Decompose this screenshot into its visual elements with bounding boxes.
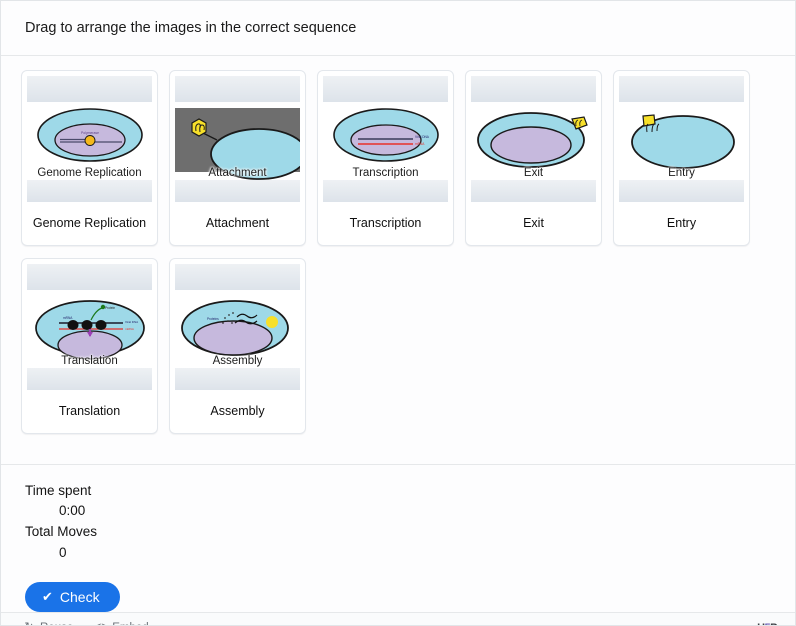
check-tick-icon: ✔ (42, 589, 53, 605)
card-overlay-caption: Attachment (208, 166, 267, 179)
svg-text:Proteins: Proteins (207, 317, 219, 321)
sequence-card[interactable]: Entry Entry (613, 69, 750, 246)
embed-label: Embed (112, 622, 148, 625)
card-illustration: Protein mRNA Viral DNA mRNA Translation (27, 289, 152, 368)
card-top-bar (175, 263, 300, 290)
h5p-logo-h: H (757, 622, 765, 625)
h5p-image-sequencing-activity: Drag to arrange the images in the correc… (0, 0, 796, 626)
action-bar: ↻ Reuse <> Embed H5P (1, 612, 795, 625)
card-illustration: Proteins Assembly (175, 289, 300, 368)
svg-text:mRNA: mRNA (415, 142, 425, 146)
card-bottom-bar (323, 179, 448, 202)
card-bottom-bar (175, 367, 300, 390)
time-spent-label: Time spent (25, 482, 92, 498)
svg-text:mRNA: mRNA (63, 316, 73, 320)
card-label: Attachment (205, 216, 270, 231)
svg-text:Viral DNA: Viral DNA (415, 135, 430, 139)
card-top-bar (323, 75, 448, 102)
sequence-card-list[interactable]: Polymerase Genome Replication Genome Repli… (21, 69, 775, 446)
card-top-bar (471, 75, 596, 102)
svg-text:Polymerase: Polymerase (81, 131, 99, 135)
card-bottom-bar (27, 367, 152, 390)
check-button[interactable]: ✔ Check (25, 581, 120, 612)
total-moves-label: Total Moves (25, 524, 98, 540)
h5p-logo[interactable]: H5P (757, 622, 783, 625)
card-bottom-bar (27, 179, 152, 202)
total-moves-row: Total Moves 0 (25, 522, 771, 563)
task-instruction-header: Drag to arrange the images in the correc… (1, 1, 795, 56)
sequence-card[interactable]: Viral DNA mRNA Transcription Transcription (317, 69, 454, 246)
card-top-bar (619, 75, 744, 102)
card-label: Genome Replication (32, 216, 147, 231)
card-top-bar (27, 75, 152, 102)
embed-button[interactable]: <> Embed (95, 622, 149, 625)
card-overlay-caption: Assembly (212, 354, 263, 367)
embed-code-icon: <> (95, 622, 108, 625)
sequence-card[interactable]: Attachment Attachment (169, 69, 306, 246)
sequence-card-board[interactable]: Polymerase Genome Replication Genome Repli… (1, 55, 795, 465)
card-bottom-bar (471, 179, 596, 202)
reuse-label: Reuse (40, 622, 73, 625)
sequence-card[interactable]: Proteins Assembly Assembly (169, 257, 306, 434)
h5p-logo-p: P (770, 622, 777, 625)
card-bottom-bar (175, 179, 300, 202)
stats-panel: Time spent 0:00 Total Moves 0 ✔ Check (1, 464, 795, 613)
card-overlay-caption: Transcription (352, 166, 419, 179)
card-overlay-caption: Entry (668, 166, 695, 179)
card-illustration: Polymerase Genome Replication (27, 101, 152, 180)
card-illustration: Entry (619, 101, 744, 180)
sequence-card[interactable]: Protein mRNA Viral DNA mRNA Translation Trans… (21, 257, 158, 434)
time-spent-value: 0:00 (59, 503, 86, 519)
sequence-card[interactable]: Exit Exit (465, 69, 602, 246)
reuse-refresh-icon: ↻ (23, 622, 35, 625)
card-label: Entry (666, 216, 697, 231)
card-bottom-bar (619, 179, 744, 202)
card-illustration: Attachment (175, 101, 300, 180)
card-label: Exit (523, 216, 544, 231)
total-moves-value: 0 (59, 544, 67, 560)
card-top-bar (27, 263, 152, 290)
reuse-button[interactable]: ↻ Reuse (23, 622, 73, 625)
card-label: Assembly (210, 404, 265, 419)
card-label: Translation (58, 404, 121, 419)
svg-text:mRNA: mRNA (125, 327, 134, 331)
card-overlay-caption: Exit (523, 166, 544, 179)
time-spent-row: Time spent 0:00 (25, 481, 771, 522)
card-top-bar (175, 75, 300, 102)
card-overlay-caption: Genome Replication (37, 166, 142, 179)
svg-text:Protein: Protein (105, 306, 115, 310)
card-illustration: Viral DNA mRNA Transcription (323, 101, 448, 180)
task-instruction-text: Drag to arrange the images in the correc… (25, 20, 357, 36)
card-overlay-caption: Translation (61, 354, 118, 367)
card-illustration: Exit (471, 101, 596, 180)
check-button-label: Check (59, 588, 100, 605)
svg-text:Viral DNA: Viral DNA (125, 320, 138, 324)
sequence-card[interactable]: Polymerase Genome Replication Genome Repli… (21, 69, 158, 246)
card-label: Transcription (349, 216, 422, 231)
